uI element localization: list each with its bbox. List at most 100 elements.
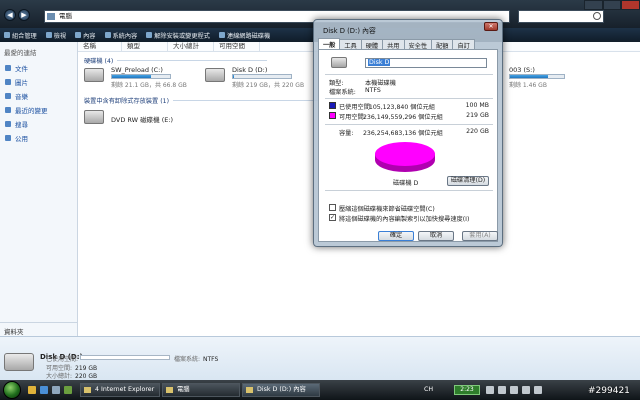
divider <box>325 98 493 99</box>
free-bytes: 236,149,559,296 個位元組 <box>363 114 443 121</box>
quicklaunch-desktop-icon[interactable] <box>52 386 60 394</box>
folders-toggle[interactable]: 資料夾 <box>0 322 77 336</box>
network-icon[interactable] <box>486 386 494 394</box>
apply-button[interactable]: 套用(A) <box>462 231 498 241</box>
sidebar-item-pictures[interactable]: 圖片 <box>0 75 77 89</box>
drive-free-text: 剩餘 219 GB，共 220 GB <box>232 82 305 89</box>
drive-name: SW_Preload (C:) <box>111 66 163 74</box>
organize-icon <box>4 32 10 38</box>
cancel-button[interactable]: 取消 <box>418 231 454 241</box>
start-button[interactable] <box>3 381 21 399</box>
search-icon <box>593 12 601 20</box>
views-icon <box>45 32 52 38</box>
toolbar-system-properties[interactable]: 系統內容 <box>104 31 137 40</box>
drive-name: Disk D (D:) <box>232 66 268 74</box>
free-color-swatch <box>329 112 336 119</box>
properties-icon <box>75 32 82 38</box>
minimize-button[interactable] <box>584 0 603 10</box>
drive-free-text: 剩餘 21.1 GB，共 66.8 GB <box>111 82 187 89</box>
recent-icon <box>5 107 11 113</box>
capacity-size: 220 GB <box>466 128 489 135</box>
drive-usage-bar <box>111 74 171 79</box>
system-icon <box>104 32 111 38</box>
used-size: 100 MB <box>465 102 489 109</box>
sidebar-item-music[interactable]: 音樂 <box>0 89 77 103</box>
drive-letter-label: 磁碟機 D <box>393 180 419 187</box>
group-hard-drives: 硬碟機 (4) <box>84 58 270 65</box>
quicklaunch-folder-icon[interactable] <box>28 386 36 394</box>
divider <box>325 190 493 191</box>
task-disk-properties[interactable]: Disk D (D:) 內容 <box>242 383 320 397</box>
sidebar-item-public[interactable]: 公用 <box>0 131 77 145</box>
used-bytes: 105,123,840 個位元組 <box>368 104 435 111</box>
maximize-button[interactable] <box>602 0 622 10</box>
volume-icon[interactable] <box>498 386 506 394</box>
power-icon[interactable] <box>534 386 542 394</box>
properties-dialog: Disk D (D:) 內容 ✕ 一般 工具 硬體 共用 安全性 配額 自訂 D… <box>313 19 503 247</box>
details-used-label: 已使用空間: <box>46 356 79 363</box>
drive-d[interactable]: Disk D (D:) 剩餘 219 GB，共 220 GB <box>205 66 315 92</box>
column-total-size[interactable]: 大小總計 <box>168 42 214 51</box>
navigation-pane: 最愛的連結 文件 圖片 音樂 最近的變更 搜尋 公用 資料夾 <box>0 42 78 336</box>
computer-icon <box>47 13 55 20</box>
toolbar-views[interactable]: 檢視 <box>45 31 66 40</box>
close-button[interactable] <box>621 0 640 10</box>
taskbar: 4 Internet Explorer 電腦 Disk D (D:) 內容 CH… <box>0 380 640 400</box>
dialog-title: Disk D (D:) 內容 <box>323 27 376 35</box>
type-label: 類型: <box>329 80 344 87</box>
drive-usage-bar <box>232 74 292 79</box>
capacity-label: 容量: <box>339 130 354 137</box>
network-drive-icon <box>218 32 225 38</box>
column-free-space[interactable]: 可用空間 <box>214 42 260 51</box>
drive-c[interactable]: SW_Preload (C:) 剩餘 21.1 GB，共 66.8 GB <box>84 66 194 92</box>
forward-button[interactable]: ▶ <box>18 9 30 21</box>
update-icon[interactable] <box>522 386 530 394</box>
toolbar-properties[interactable]: 內容 <box>75 31 96 40</box>
hard-drive-icon <box>205 68 225 82</box>
column-type[interactable]: 類型 <box>122 42 168 51</box>
drive-e-dvd[interactable]: DVD RW 磁碟機 (E:) <box>84 108 184 126</box>
toolbar-organize[interactable]: 組合管理 <box>4 31 37 40</box>
capacity-bytes: 236,254,683,136 個位元組 <box>363 130 443 137</box>
drive-name: DVD RW 磁碟機 (E:) <box>111 116 174 124</box>
hard-drive-icon <box>331 57 347 68</box>
watermark: #299421 <box>588 386 630 396</box>
dialog-close-button[interactable]: ✕ <box>484 22 498 31</box>
group-removable: 裝置中含有卸除式存放裝置 (1) <box>84 98 323 105</box>
compress-checkbox[interactable] <box>329 204 336 211</box>
sidebar-item-searches[interactable]: 搜尋 <box>0 117 77 131</box>
sidebar-item-documents[interactable]: 文件 <box>0 61 77 75</box>
index-checkbox[interactable]: ✓ <box>329 214 336 221</box>
pictures-icon <box>5 79 11 85</box>
quicklaunch-ie-icon[interactable] <box>40 386 48 394</box>
drive-s[interactable]: 003 (S:) 剩餘 1.46 GB <box>507 66 587 92</box>
searches-icon <box>5 121 11 127</box>
disk-cleanup-button[interactable]: 磁碟清理(D) <box>447 176 489 186</box>
volume-name-input[interactable]: Disk D <box>365 58 487 68</box>
uninstall-icon <box>146 32 153 38</box>
favorites-header: 最愛的連結 <box>4 49 37 57</box>
column-name[interactable]: 名稱 <box>78 42 122 51</box>
language-indicator[interactable]: CH <box>424 386 433 393</box>
divider <box>325 124 493 125</box>
address-text: 電腦 <box>59 12 72 20</box>
details-total: 大小總計: 220 GB <box>46 373 98 380</box>
filesystem-value: NTFS <box>365 87 381 94</box>
quicklaunch-media-icon[interactable] <box>64 386 72 394</box>
free-size: 219 GB <box>466 112 489 119</box>
hard-drive-icon <box>4 353 34 371</box>
details-pane: Disk D (D:) 已使用空間: 檔案系統: NTFS 可用空間: 219 GB… <box>0 336 640 380</box>
search-input[interactable] <box>518 10 604 23</box>
back-button[interactable]: ◀ <box>4 9 16 21</box>
task-internet-explorer[interactable]: 4 Internet Explorer <box>80 383 160 397</box>
sidebar-item-recent[interactable]: 最近的變更 <box>0 103 77 117</box>
tray-badge[interactable]: 2:23 <box>454 385 480 395</box>
security-icon[interactable] <box>510 386 518 394</box>
toolbar-uninstall[interactable]: 解除安裝或變更程式 <box>146 31 210 40</box>
drive-icon <box>246 387 253 393</box>
drive-usage-bar <box>509 74 565 79</box>
window-controls <box>584 0 640 10</box>
ok-button[interactable]: 確定 <box>378 231 414 241</box>
task-computer[interactable]: 電腦 <box>162 383 240 397</box>
toolbar-map-drive[interactable]: 連線網路磁碟機 <box>218 31 270 40</box>
